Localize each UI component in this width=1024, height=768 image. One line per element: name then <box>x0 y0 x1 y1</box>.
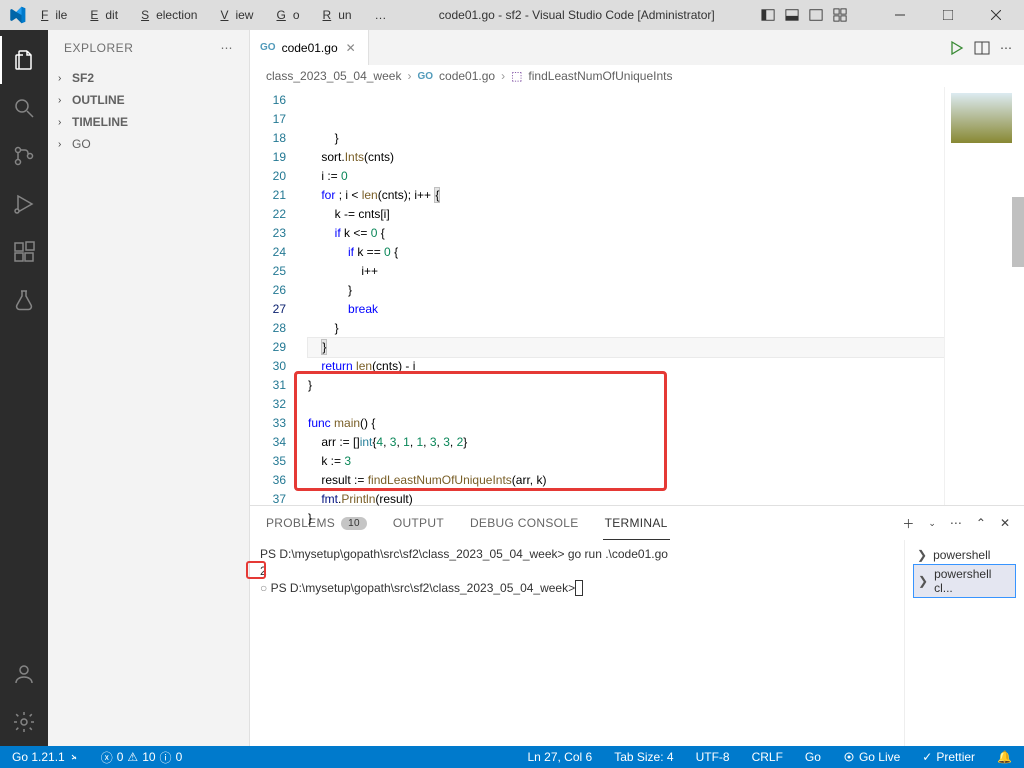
explorer-title: EXPLORER <box>64 41 133 55</box>
activity-settings[interactable] <box>0 698 48 746</box>
menu-edit[interactable]: Edit <box>83 4 132 26</box>
menu-view[interactable]: View <box>213 4 267 26</box>
activity-source-control[interactable] <box>0 132 48 180</box>
editor-tabs: GO code01.go ✕ ⋯ <box>250 30 1024 65</box>
status-go-version[interactable]: Go 1.21.1 <box>8 750 83 764</box>
run-file-icon[interactable] <box>948 40 964 56</box>
customize-layout-icon[interactable] <box>832 7 848 23</box>
line-numbers: 1617181920212223242526272829303132333435… <box>250 87 300 505</box>
titlebar: File Edit Selection View Go Run … code01… <box>0 0 1024 30</box>
sidebar-item-outline[interactable]: ›OUTLINE <box>48 89 249 111</box>
terminal-line: ○ PS D:\mysetup\gopath\src\sf2\class_202… <box>260 580 894 597</box>
sidebar-item-sf2[interactable]: ›SF2 <box>48 67 249 89</box>
split-editor-icon[interactable] <box>974 40 990 56</box>
window-close-button[interactable] <box>976 0 1016 30</box>
terminal-line: PS D:\mysetup\gopath\src\sf2\class_2023_… <box>260 546 894 563</box>
activity-extensions[interactable] <box>0 228 48 276</box>
panel-more-icon[interactable]: ⋯ <box>950 516 962 530</box>
explorer-sidebar: EXPLORER ⋯ ›SF2 ›OUTLINE ›TIMELINE ›GO <box>48 30 250 746</box>
window-title: code01.go - sf2 - Visual Studio Code [Ad… <box>439 8 715 22</box>
editor-more-icon[interactable]: ⋯ <box>1000 41 1012 55</box>
tab-close-icon[interactable]: ✕ <box>344 41 358 55</box>
layout-toggle-bottom-icon[interactable] <box>784 7 800 23</box>
window-maximize-button[interactable] <box>928 0 968 30</box>
activity-explorer[interactable] <box>0 36 48 84</box>
status-eol[interactable]: CRLF <box>748 750 787 764</box>
status-encoding[interactable]: UTF-8 <box>692 750 734 764</box>
terminal[interactable]: PS D:\mysetup\gopath\src\sf2\class_2023_… <box>250 540 904 746</box>
explorer-more-icon[interactable]: ⋯ <box>221 41 234 55</box>
activity-bar <box>0 30 48 746</box>
editor[interactable]: 1617181920212223242526272829303132333435… <box>250 87 1024 505</box>
go-file-icon: GO <box>260 42 276 53</box>
go-file-icon: GO <box>417 71 433 82</box>
breadcrumb[interactable]: class_2023_05_04_week› GOcode01.go› ⬚fin… <box>250 65 1024 87</box>
menu-go[interactable]: Go <box>269 4 313 26</box>
sidebar-item-go[interactable]: ›GO <box>48 133 249 155</box>
layout-toggle-left-icon[interactable] <box>760 7 776 23</box>
menu-selection[interactable]: Selection <box>134 4 211 26</box>
status-cursor-position[interactable]: Ln 27, Col 6 <box>523 750 596 764</box>
tab-code01-go[interactable]: GO code01.go ✕ <box>250 30 369 65</box>
menu-run[interactable]: Run <box>316 4 366 26</box>
terminal-line: 2 <box>260 563 894 580</box>
code-content[interactable]: } sort.Ints(cnts) i := 0 for ; i < len(c… <box>300 87 944 505</box>
status-notifications-icon[interactable]: 🔔 <box>993 750 1016 764</box>
activity-testing[interactable] <box>0 276 48 324</box>
status-prettier[interactable]: ✓Prettier <box>918 750 979 764</box>
symbol-function-icon: ⬚ <box>511 69 522 83</box>
activity-search[interactable] <box>0 84 48 132</box>
status-indentation[interactable]: Tab Size: 4 <box>610 750 677 764</box>
menu-bar: File Edit Selection View Go Run … <box>34 4 394 26</box>
tab-label: code01.go <box>282 41 338 55</box>
menu-file[interactable]: File <box>34 4 81 26</box>
activity-accounts[interactable] <box>0 650 48 698</box>
status-language[interactable]: Go <box>801 750 825 764</box>
status-bar: Go 1.21.1 ⓧ0⚠10ⓘ0 Ln 27, Col 6 Tab Size:… <box>0 746 1024 768</box>
activity-run-debug[interactable] <box>0 180 48 228</box>
scrollbar-thumb[interactable] <box>1012 197 1024 267</box>
minimap[interactable] <box>944 87 1024 505</box>
status-go-live[interactable]: Go Live <box>839 750 904 764</box>
menu-more[interactable]: … <box>368 4 394 26</box>
panel-close-icon[interactable]: ✕ <box>1000 516 1010 530</box>
status-problems[interactable]: ⓧ0⚠10ⓘ0 <box>97 749 187 766</box>
vscode-logo-icon <box>8 6 26 24</box>
layout-toggle-right-icon[interactable] <box>808 7 824 23</box>
sidebar-item-timeline[interactable]: ›TIMELINE <box>48 111 249 133</box>
panel-maximize-icon[interactable]: ⌃ <box>976 516 986 530</box>
window-minimize-button[interactable] <box>880 0 920 30</box>
